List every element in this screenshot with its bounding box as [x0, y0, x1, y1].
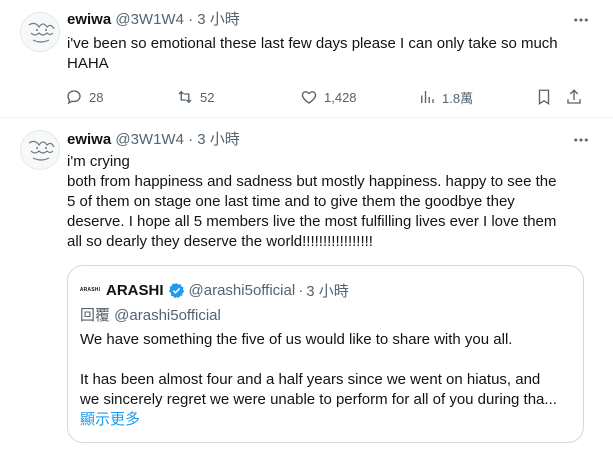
retweet-button[interactable]: 52: [176, 84, 214, 110]
tweet-header: ewiwa @3W1W4 · 3 小時: [67, 10, 240, 30]
views-count: 1.8萬: [442, 90, 474, 106]
verified-badge-icon: [168, 282, 184, 298]
like-button[interactable]: 1,428: [300, 84, 357, 110]
tweet-header: ewiwa @3W1W4 · 3 小時: [67, 130, 240, 150]
quote-text: We have something the five of us would l…: [80, 330, 572, 410]
bookmark-icon: [538, 89, 550, 106]
bookmark-button[interactable]: [535, 84, 553, 110]
more-button[interactable]: [571, 10, 591, 30]
reply-icon: [67, 90, 81, 105]
reply-button[interactable]: 28: [65, 84, 103, 110]
tweet[interactable]: ewiwa @3W1W4 · 3 小時 i've been so emotion…: [0, 0, 613, 118]
tweet-text: i'm crying both from happiness and sadne…: [67, 153, 557, 250]
more-dots-icon: [574, 138, 588, 142]
share-icon: [567, 89, 581, 104]
share-button[interactable]: [565, 84, 583, 110]
quote-author-name[interactable]: ARASHI: [106, 282, 164, 299]
author-handle[interactable]: @3W1W4: [115, 11, 184, 28]
reply-count: 28: [89, 89, 104, 105]
author-handle[interactable]: @3W1W4: [115, 131, 184, 148]
author-name[interactable]: ewiwa: [67, 11, 111, 28]
avatar-sketch-icon: [28, 140, 55, 161]
more-button[interactable]: [571, 130, 591, 150]
avatar[interactable]: [20, 12, 60, 52]
like-count: 1,428: [324, 89, 357, 105]
separator-dot: ·: [188, 11, 194, 28]
author-name[interactable]: ewiwa: [67, 131, 111, 148]
more-dots-icon: [574, 18, 588, 22]
views-button[interactable]: 1.8萬: [418, 84, 473, 110]
retweet-count: 52: [200, 89, 215, 105]
quote-header: ARASHI ARASHI @arashi5official · 3 小時: [80, 280, 349, 300]
heart-icon: [301, 91, 317, 104]
separator-dot: ·: [188, 131, 194, 148]
quote-timestamp[interactable]: 3 小時: [306, 280, 349, 301]
avatar[interactable]: [20, 130, 60, 170]
separator-dot: ·: [298, 281, 304, 299]
quote-author-handle[interactable]: @arashi5official: [189, 282, 296, 299]
quote-text-line: It has been almost four and a half years…: [80, 371, 541, 388]
quote-text-line: We have something the five of us would l…: [80, 331, 513, 348]
timestamp[interactable]: 3 小時: [197, 11, 240, 28]
tweet-text: i've been so emotional these last few da…: [67, 35, 558, 72]
timestamp[interactable]: 3 小時: [197, 131, 240, 148]
views-icon: [421, 91, 434, 103]
tweet[interactable]: ewiwa @3W1W4 · 3 小時 i'm crying both from…: [0, 119, 613, 451]
show-more-link[interactable]: 顯示更多: [80, 410, 140, 430]
quoted-tweet[interactable]: ARASHI ARASHI @arashi5official · 3 小時 回覆…: [67, 265, 584, 443]
avatar-sketch-icon: [28, 22, 55, 43]
tweet-actions: 28 52 1,428 1.8萬: [60, 84, 590, 110]
quote-text-line: we sincerely regret we were unable to pe…: [80, 391, 557, 408]
quote-reply-to: 回覆 @arashi5official: [80, 307, 221, 324]
retweet-icon: [178, 90, 192, 104]
quote-avatar[interactable]: ARASHI: [80, 280, 100, 300]
